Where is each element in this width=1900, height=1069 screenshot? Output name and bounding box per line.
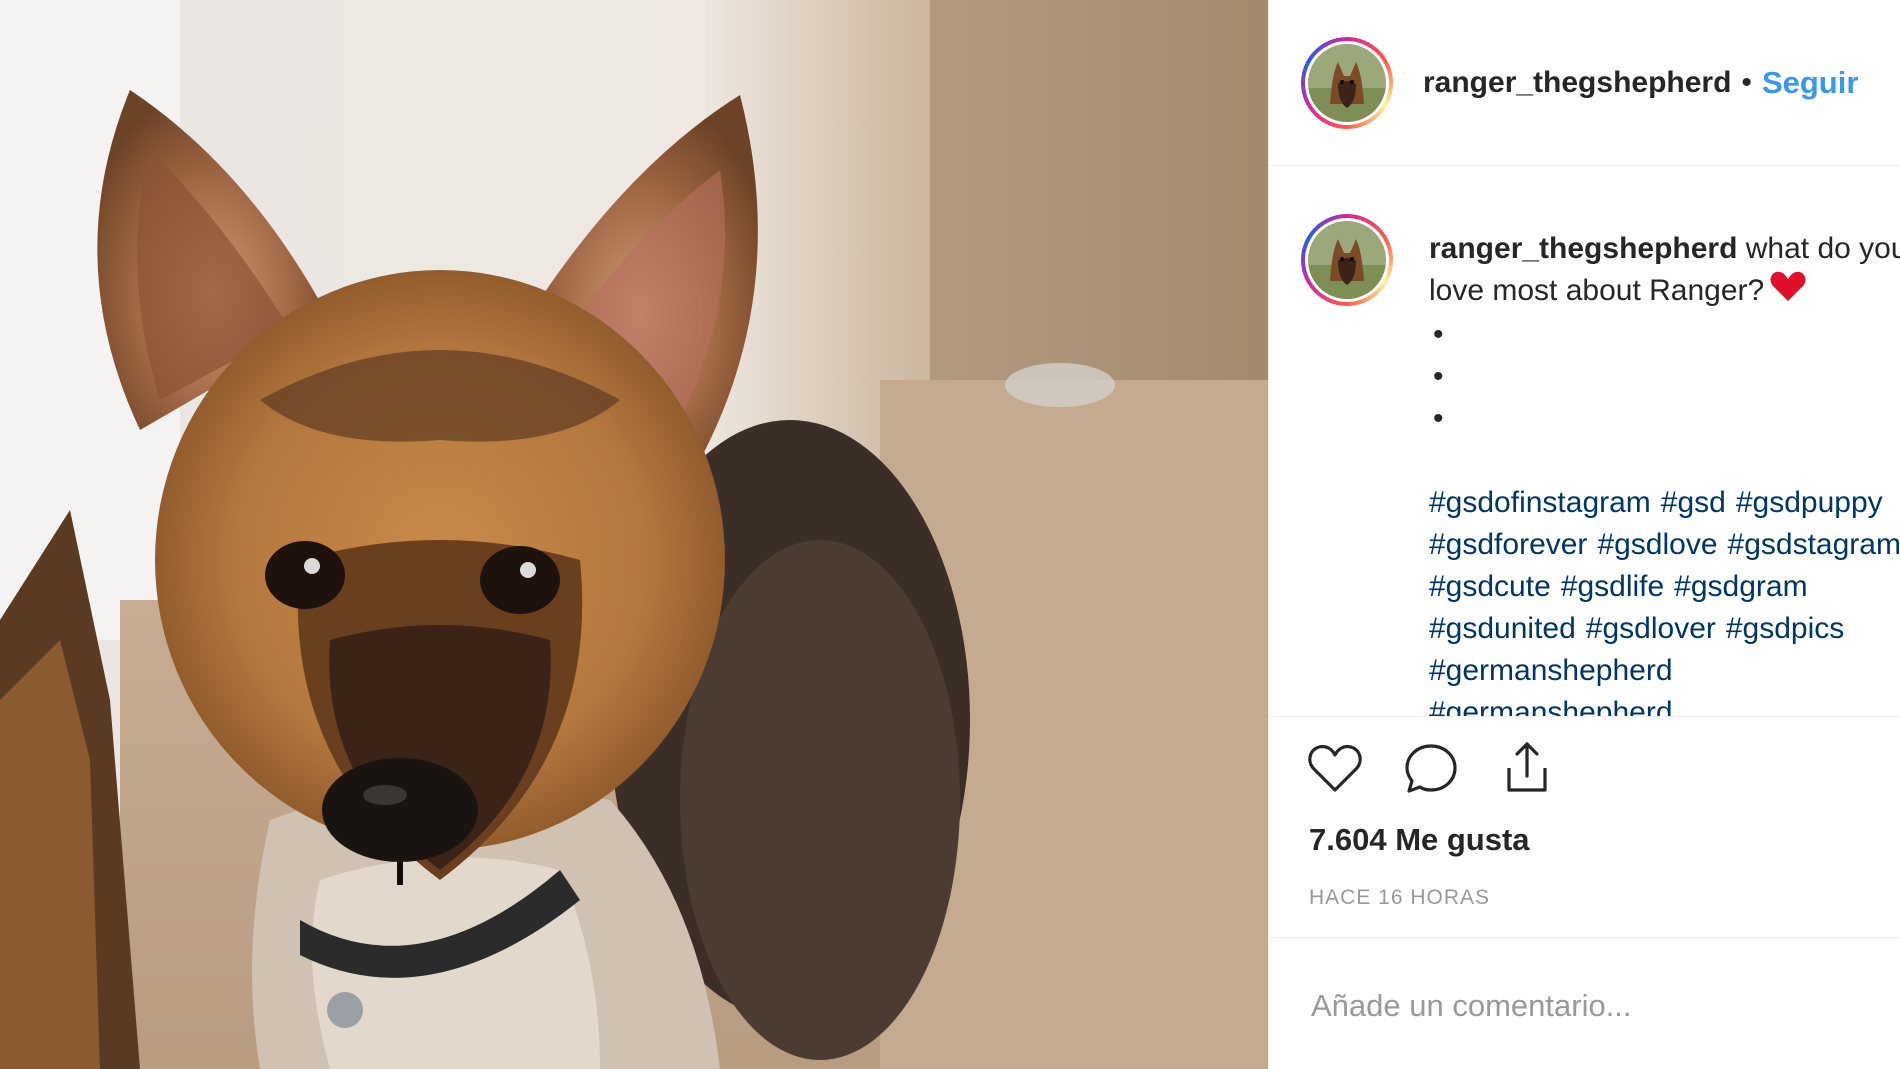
post-actions-bar xyxy=(1305,738,1557,798)
hashtag-link[interactable]: #gsdcute xyxy=(1429,570,1551,603)
instagram-post-view: ranger_thegshepherd • Seguir ranger_theg… xyxy=(0,0,1900,1069)
caption-bullet: • xyxy=(1433,318,1444,352)
post-header: ranger_thegshepherd • Seguir xyxy=(1269,0,1900,166)
header-separator: • xyxy=(1741,65,1752,99)
hashtag-link[interactable]: #gsdofinstagram xyxy=(1429,486,1651,519)
caption-bullet: • xyxy=(1433,402,1444,436)
hashtag-link[interactable]: #gsdpics xyxy=(1726,612,1844,645)
hashtag-link[interactable]: #germanshepherd xyxy=(1429,654,1673,687)
caption-avatar-row xyxy=(1301,214,1393,306)
share-upload-icon[interactable] xyxy=(1497,738,1557,798)
actions-divider xyxy=(1269,716,1900,717)
comment-bubble-icon[interactable] xyxy=(1401,738,1461,798)
add-comment-input[interactable] xyxy=(1309,980,1873,1032)
likes-count[interactable]: 7.604 Me gusta xyxy=(1309,822,1530,858)
caption-text: ranger_thegshepherd what do you love mos… xyxy=(1429,228,1900,716)
hashtag-link[interactable]: #gsdlife xyxy=(1561,570,1664,603)
follow-button[interactable]: Seguir xyxy=(1762,65,1858,101)
caption-avatar[interactable] xyxy=(1301,214,1393,306)
hashtag-link[interactable]: #gsdpuppy xyxy=(1736,486,1883,519)
caption-avatar-image xyxy=(1308,221,1386,299)
hashtag-link[interactable]: #gsdforever xyxy=(1429,528,1587,561)
avatar-image xyxy=(1308,43,1386,122)
hashtag-link[interactable]: #gsd xyxy=(1661,486,1726,519)
hashtag-list: #gsdofinstagram #gsd #gsdpuppy #gsdforever… xyxy=(1429,482,1900,716)
hashtag-link[interactable]: #gsdgram xyxy=(1674,570,1807,603)
puppy-photo-image xyxy=(0,0,1268,1069)
hashtag-link[interactable]: #germanshepherd xyxy=(1429,696,1673,716)
caption-username[interactable]: ranger_thegshepherd xyxy=(1429,232,1737,265)
post-timestamp[interactable]: HACE 16 HORAS xyxy=(1309,886,1490,910)
hashtag-link[interactable]: #gsdstagram xyxy=(1728,528,1900,561)
caption-bullet: • xyxy=(1433,360,1444,394)
caption-area[interactable]: ranger_thegshepherd what do you love mos… xyxy=(1269,166,1900,716)
post-photo[interactable] xyxy=(0,0,1268,1069)
comment-divider xyxy=(1269,937,1900,938)
post-username[interactable]: ranger_thegshepherd xyxy=(1423,66,1731,100)
like-heart-icon[interactable] xyxy=(1305,738,1365,798)
post-details-panel: ranger_thegshepherd • Seguir ranger_theg… xyxy=(1268,0,1900,1069)
hashtag-link[interactable]: #gsdlove xyxy=(1597,528,1717,561)
hashtag-link[interactable]: #gsdunited xyxy=(1429,612,1576,645)
hashtag-link[interactable]: #gsdlover xyxy=(1586,612,1716,645)
profile-avatar[interactable] xyxy=(1301,36,1393,129)
red-heart-emoji-icon xyxy=(1770,270,1806,314)
